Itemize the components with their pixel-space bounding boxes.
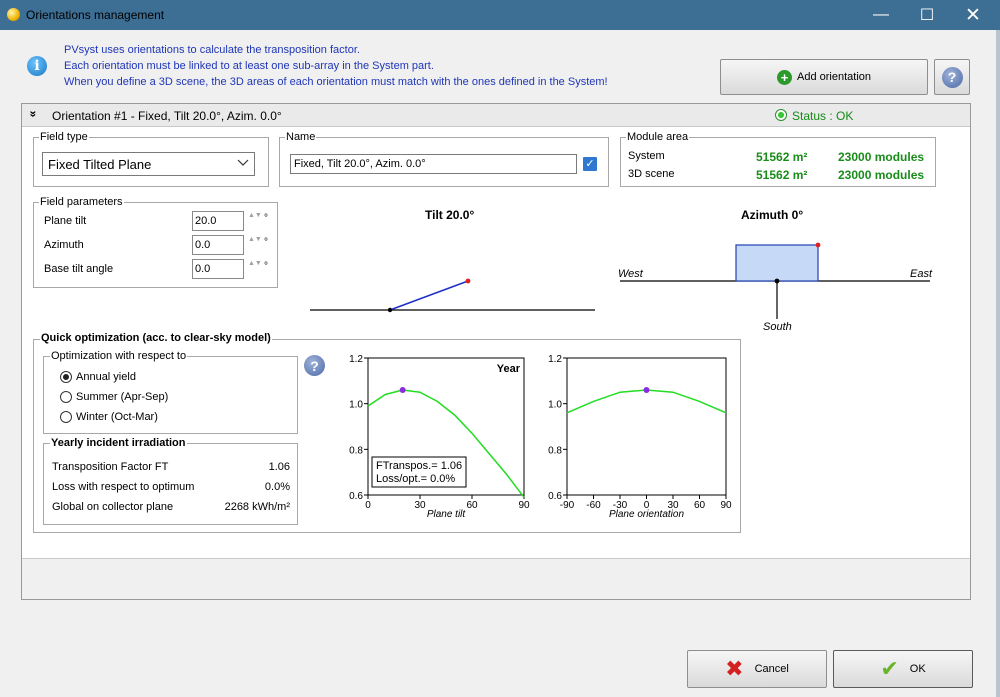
plane-tilt-label: Plane tilt	[44, 215, 87, 227]
cancel-icon: ✖	[725, 656, 744, 681]
global-collector-value: 2268 kWh/m²	[224, 501, 290, 513]
name-input[interactable]: Fixed, Tilt 20.0°, Azim. 0.0°	[290, 154, 577, 174]
module-area-row-label: 3D scene	[628, 168, 675, 180]
x-tick-label: 0	[365, 500, 371, 511]
y-tick-label: 1.2	[349, 354, 363, 365]
x-tick-label: 60	[466, 500, 478, 511]
south-label: South	[763, 321, 792, 333]
plot-frame	[566, 357, 727, 496]
transposition-factor-label: Transposition Factor FT	[52, 461, 169, 473]
info-line-2: Each orientation must be linked to at le…	[64, 60, 434, 72]
module-area-3d-area: 51562 m²	[756, 168, 808, 182]
y-tick-label: 1.0	[548, 400, 562, 411]
help-icon: ?	[941, 66, 963, 88]
x-tick-label: 90	[720, 500, 732, 511]
orientation-title: Orientation #1 - Fixed, Tilt 20.0°, Azim…	[52, 109, 282, 123]
x-axis-label: Plane tilt	[427, 509, 467, 520]
field-type-select[interactable]: Fixed Tilted Plane	[42, 152, 255, 176]
status-text: Status : OK	[792, 109, 854, 123]
add-orientation-button[interactable]: + Add orientation	[720, 59, 928, 95]
window-title: Orientations management	[26, 8, 165, 22]
module-area-3d-modules: 23000 modules	[838, 168, 925, 182]
app-icon	[7, 8, 20, 21]
help-icon[interactable]: ?	[304, 355, 325, 376]
chevron-down-icon[interactable]	[236, 154, 250, 170]
tilt-diagram	[310, 278, 595, 313]
radio-summer[interactable]	[60, 391, 72, 403]
plane-tilt-spinner[interactable]: ▲▼	[248, 211, 262, 231]
y-tick-label: 0.8	[349, 445, 363, 456]
close-button[interactable]: ✕	[950, 0, 996, 30]
orientation-footer	[22, 558, 970, 599]
loss-optimum-value: 0.0%	[264, 481, 290, 493]
x-tick-label: 30	[414, 500, 426, 511]
optimization-wrt-label: Optimization with respect to	[50, 350, 188, 362]
x-tick-label: -60	[586, 500, 601, 511]
x-tick-label: 60	[694, 500, 706, 511]
help-button[interactable]: ?	[934, 59, 970, 95]
info-icon: i	[27, 56, 47, 76]
status-ok-icon	[775, 109, 787, 121]
azimuth-label: Azimuth	[44, 239, 84, 251]
annotation-text: Loss/opt.= 0.0%	[376, 473, 455, 485]
degree-unit: °	[264, 261, 268, 272]
azimuth-diagram-title: Azimuth 0°	[741, 208, 804, 222]
plus-icon: +	[777, 69, 792, 85]
optimum-marker	[399, 386, 406, 393]
x-tick-label: 90	[518, 500, 530, 511]
cancel-button[interactable]: ✖ Cancel	[687, 650, 827, 688]
info-line-3: When you define a 3D scene, the 3D areas…	[64, 76, 608, 88]
annotation-text: FTranspos.= 1.06	[376, 460, 462, 472]
transposition-factor-value: 1.06	[268, 461, 290, 473]
module-area-system-area: 51562 m²	[756, 150, 808, 164]
optimum-marker	[643, 386, 650, 393]
y-tick-label: 1.2	[548, 354, 562, 365]
field-parameters-label: Field parameters	[39, 196, 124, 208]
radio-label[interactable]: Winter (Oct-Mar)	[76, 411, 158, 423]
minimize-button[interactable]: —	[858, 0, 904, 30]
plane-tilt-input[interactable]: 20.0	[192, 211, 244, 231]
module-area-label: Module area	[626, 131, 690, 143]
ok-label: OK	[909, 663, 926, 675]
window-edge	[996, 30, 1000, 697]
x-axis-label: Plane orientation	[609, 509, 684, 520]
radio-label[interactable]: Summer (Apr-Sep)	[76, 391, 168, 403]
maximize-button[interactable]: ☐	[904, 0, 950, 30]
collapse-icon[interactable]: »	[26, 111, 40, 118]
info-line-1: PVsyst uses orientations to calculate th…	[64, 44, 360, 56]
optimization-plots: 1.2 1.0 0.8 0.60 30 60 90 Plane tilt Year FTransp…	[349, 354, 732, 520]
base-tilt-label: Base tilt angle	[44, 263, 114, 275]
ok-button[interactable]: ✔ OK	[833, 650, 973, 688]
name-checkbox[interactable]: ✓	[583, 157, 597, 171]
degree-unit: °	[264, 237, 268, 248]
add-orientation-label: Add orientation	[797, 71, 871, 83]
base-tilt-input[interactable]: 0.0	[192, 259, 244, 279]
check-icon: ✔	[880, 656, 899, 681]
cancel-label: Cancel	[754, 663, 789, 675]
module-area-row-label: System	[628, 150, 665, 162]
module-area-system-modules: 23000 modules	[838, 150, 925, 164]
y-tick-label: 0.6	[349, 491, 363, 502]
radio-winter[interactable]	[60, 411, 72, 423]
y-tick-label: 1.0	[349, 400, 363, 411]
global-collector-label: Global on collector plane	[52, 501, 174, 513]
irradiation-label: Yearly incident irradiation	[50, 437, 187, 449]
quick-optimization-label: Quick optimization (acc. to clear-sky mo…	[40, 332, 272, 344]
azimuth-diagram	[620, 242, 930, 319]
name-label: Name	[285, 131, 317, 143]
radio-annual-yield[interactable]	[60, 371, 72, 383]
loss-optimum-label: Loss with respect to optimum	[52, 481, 195, 493]
x-tick-label: -90	[560, 500, 575, 511]
y-tick-label: 0.8	[548, 445, 562, 456]
azimuth-input[interactable]: 0.0	[192, 235, 244, 255]
degree-unit: °	[264, 213, 268, 224]
base-tilt-spinner[interactable]: ▲▼	[248, 259, 262, 279]
plot-title: Year	[497, 363, 521, 375]
field-type-label: Field type	[39, 131, 89, 143]
radio-label[interactable]: Annual yield	[76, 371, 136, 383]
azimuth-spinner[interactable]: ▲▼	[248, 235, 262, 255]
tilt-diagram-title: Tilt 20.0°	[425, 208, 475, 222]
